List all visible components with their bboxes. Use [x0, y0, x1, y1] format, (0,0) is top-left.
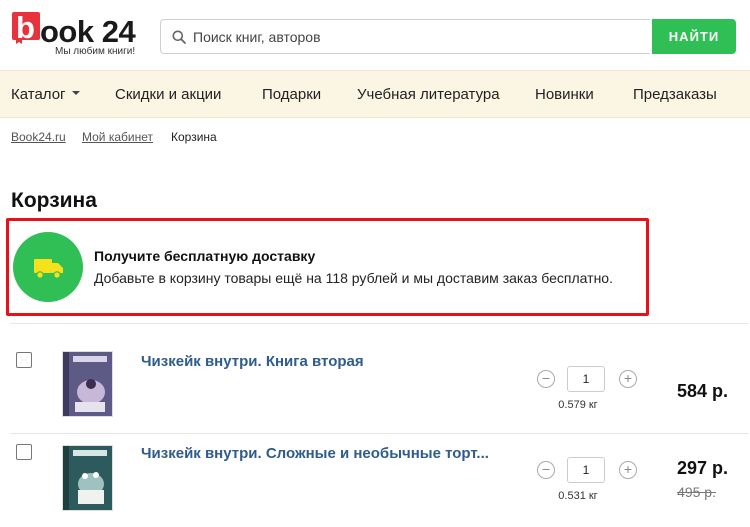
logo-tagline: Мы любим книги! — [55, 46, 136, 57]
breadcrumb-cart: Корзина — [171, 130, 217, 144]
book-cover-art — [63, 446, 112, 510]
banner-title: Получите бесплатную доставку — [94, 248, 316, 264]
book-cover-image[interactable] — [62, 445, 113, 511]
item-price: 584 р. — [676, 381, 728, 401]
logo-b-mark: b — [12, 10, 40, 45]
nav-item-label: Каталог — [11, 86, 66, 103]
quantity-decrease-button[interactable]: − — [537, 370, 555, 388]
delivery-badge — [13, 232, 83, 302]
search-box — [160, 19, 650, 54]
nav-item-new[interactable]: Новинки — [535, 86, 594, 103]
logo-wordmark: b ook 24 — [12, 10, 136, 50]
truck-icon — [34, 259, 63, 279]
search-input[interactable] — [193, 20, 643, 53]
book-cover-image[interactable] — [62, 351, 113, 417]
site-header: b ook 24 Мы любим книги! НАЙТИ — [0, 0, 750, 70]
caret-down-icon — [71, 91, 80, 96]
search-button[interactable]: НАЙТИ — [652, 19, 736, 54]
main-nav: Каталог Скидки и акции Подарки Учебная л… — [0, 70, 750, 118]
nav-item-gifts[interactable]: Подарки — [262, 86, 321, 103]
breadcrumb-account[interactable]: Мой кабинет — [82, 130, 153, 144]
item-checkbox[interactable] — [16, 444, 32, 460]
nav-item-catalog[interactable]: Каталог — [11, 86, 80, 103]
item-weight: 0.579 кг — [558, 399, 598, 411]
cart-item: Чизкейк внутри. Книга вторая − 1 + 0.579… — [0, 343, 750, 433]
item-old-price: 495 р. — [677, 484, 716, 500]
nav-item-educational[interactable]: Учебная литература — [357, 86, 500, 103]
book24-logo[interactable]: b ook 24 Мы любим книги! — [12, 10, 137, 60]
search-icon — [172, 30, 186, 44]
quantity-increase-button[interactable]: + — [619, 461, 637, 479]
quantity-decrease-button[interactable]: − — [537, 461, 555, 479]
divider — [10, 323, 748, 324]
cart-item: Чизкейк внутри. Сложные и необычные торт… — [0, 434, 750, 524]
free-delivery-banner: Получите бесплатную доставку Добавьте в … — [6, 218, 649, 316]
nav-item-preorders[interactable]: Предзаказы — [633, 86, 717, 103]
nav-item-discounts[interactable]: Скидки и акции — [115, 86, 221, 103]
item-title-link[interactable]: Чизкейк внутри. Сложные и необычные торт… — [141, 445, 489, 462]
quantity-input[interactable]: 1 — [567, 457, 605, 483]
item-weight: 0.531 кг — [558, 490, 598, 502]
breadcrumb-home[interactable]: Book24.ru — [11, 130, 66, 144]
quantity-increase-button[interactable]: + — [619, 370, 637, 388]
book-cover-art — [63, 352, 112, 416]
quantity-input[interactable]: 1 — [567, 366, 605, 392]
item-title-link[interactable]: Чизкейк внутри. Книга вторая — [141, 353, 364, 370]
item-price: 297 р. — [676, 458, 728, 478]
banner-text: Добавьте в корзину товары ещё на 118 руб… — [94, 270, 613, 286]
item-checkbox[interactable] — [16, 352, 32, 368]
page-title: Корзина — [11, 189, 97, 212]
